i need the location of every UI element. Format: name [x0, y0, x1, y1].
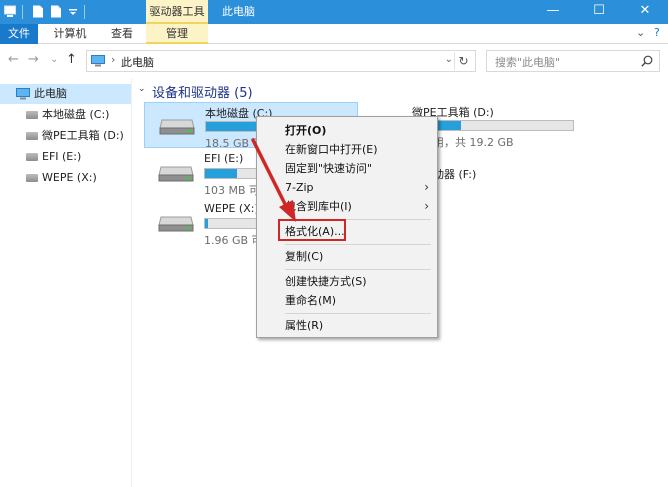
drive-icon	[26, 111, 38, 119]
title-bar: 驱动器工具 此电脑 — ☐ ✕	[0, 0, 668, 24]
window-title: 此电脑	[222, 5, 255, 18]
menu-item-open[interactable]: 打开(O)	[257, 121, 437, 140]
menu-item-copy[interactable]: 复制(C)	[257, 247, 437, 266]
menu-item-create-shortcut[interactable]: 创建快捷方式(S)	[257, 272, 437, 291]
drive-icon	[26, 153, 38, 161]
tab-computer[interactable]: 计算机	[42, 24, 98, 44]
chevron-right-icon: ›	[424, 180, 429, 194]
drive-icon	[26, 132, 38, 140]
refresh-button[interactable]: ↻	[454, 52, 472, 70]
hard-drive-icon	[159, 119, 195, 135]
new-folder-icon[interactable]	[50, 5, 62, 18]
properties-icon[interactable]	[32, 5, 44, 18]
recent-locations-dropdown[interactable]: ⌄	[50, 52, 58, 68]
menu-separator	[285, 269, 431, 270]
menu-item-open-new-window[interactable]: 在新窗口中打开(E)	[257, 140, 437, 159]
menu-item-7zip[interactable]: 7-Zip ›	[257, 178, 437, 197]
sidebar-item-drive-d[interactable]: 微PE工具箱 (D:)	[0, 126, 131, 146]
sidebar-item-drive-c[interactable]: 本地磁盘 (C:)	[0, 105, 131, 125]
ribbon-collapse-button[interactable]: ⌄	[636, 26, 645, 39]
maximize-button[interactable]: ☐	[576, 0, 622, 24]
hard-drive-icon	[158, 166, 194, 182]
computer-icon	[91, 55, 105, 67]
sidebar-item-label: 微PE工具箱 (D:)	[42, 129, 124, 142]
close-button[interactable]: ✕	[622, 0, 668, 24]
minimize-button[interactable]: —	[530, 0, 576, 24]
search-placeholder: 搜索"此电脑"	[495, 56, 561, 69]
drive-icon	[26, 174, 38, 182]
help-button[interactable]: ?	[654, 26, 660, 39]
menu-separator	[285, 244, 431, 245]
menu-item-pin-quick-access[interactable]: 固定到"快速访问"	[257, 159, 437, 178]
navigation-bar: ← → ⌄ ↑ › 此电脑 ⌄ ↻ 搜索"此电脑"	[0, 44, 668, 76]
sidebar-item-drive-e[interactable]: EFI (E:)	[0, 147, 131, 167]
navigation-pane: 此电脑 本地磁盘 (C:) 微PE工具箱 (D:) EFI (E:) WEPE …	[0, 78, 132, 487]
sidebar-item-drive-x[interactable]: WEPE (X:)	[0, 168, 131, 188]
computer-icon	[16, 88, 30, 100]
breadcrumb-separator: ›	[111, 53, 116, 66]
tab-file[interactable]: 文件	[0, 24, 38, 44]
drive-name: EFI (E:)	[204, 152, 244, 165]
drive-name: WEPE (X:)	[204, 202, 259, 215]
group-header-devices[interactable]: 设备和驱动器 (5)	[152, 82, 253, 101]
sidebar-item-this-pc[interactable]: 此电脑	[0, 84, 131, 104]
sidebar-item-label: EFI (E:)	[42, 150, 82, 163]
hard-drive-icon	[158, 216, 194, 232]
computer-icon[interactable]	[4, 5, 16, 18]
address-dropdown-button[interactable]: ⌄	[445, 54, 453, 65]
sidebar-item-label: 此电脑	[34, 87, 67, 100]
search-input[interactable]: 搜索"此电脑"	[486, 50, 660, 72]
format-highlight-box	[278, 219, 346, 241]
drive-tools-context-label: 驱动器工具	[146, 0, 208, 24]
customize-toolbar-icon[interactable]	[68, 5, 78, 18]
breadcrumb-this-pc[interactable]: 此电脑	[121, 54, 154, 70]
up-button[interactable]: ↑	[66, 52, 77, 68]
forward-button[interactable]: →	[28, 52, 39, 68]
toolbar-divider	[22, 5, 23, 19]
sidebar-item-label: WEPE (X:)	[42, 171, 97, 184]
menu-item-include-in-library[interactable]: 包含到库中(I) ›	[257, 197, 437, 216]
tab-view[interactable]: 查看	[100, 24, 144, 44]
tab-manage[interactable]: 管理	[146, 24, 208, 44]
menu-separator	[285, 313, 431, 314]
search-icon	[641, 55, 653, 67]
sidebar-item-label: 本地磁盘 (C:)	[42, 108, 110, 121]
toolbar-divider	[84, 5, 85, 19]
address-bar[interactable]: › 此电脑 ⌄ ↻	[86, 50, 476, 72]
back-button[interactable]: ←	[8, 52, 19, 68]
ribbon-tabs: 文件 计算机 查看 管理 ⌄ ?	[0, 24, 668, 44]
menu-item-properties[interactable]: 属性(R)	[257, 316, 437, 335]
chevron-right-icon: ›	[424, 199, 429, 213]
chevron-down-icon[interactable]: ⌄	[138, 84, 146, 94]
menu-item-rename[interactable]: 重命名(M)	[257, 291, 437, 310]
